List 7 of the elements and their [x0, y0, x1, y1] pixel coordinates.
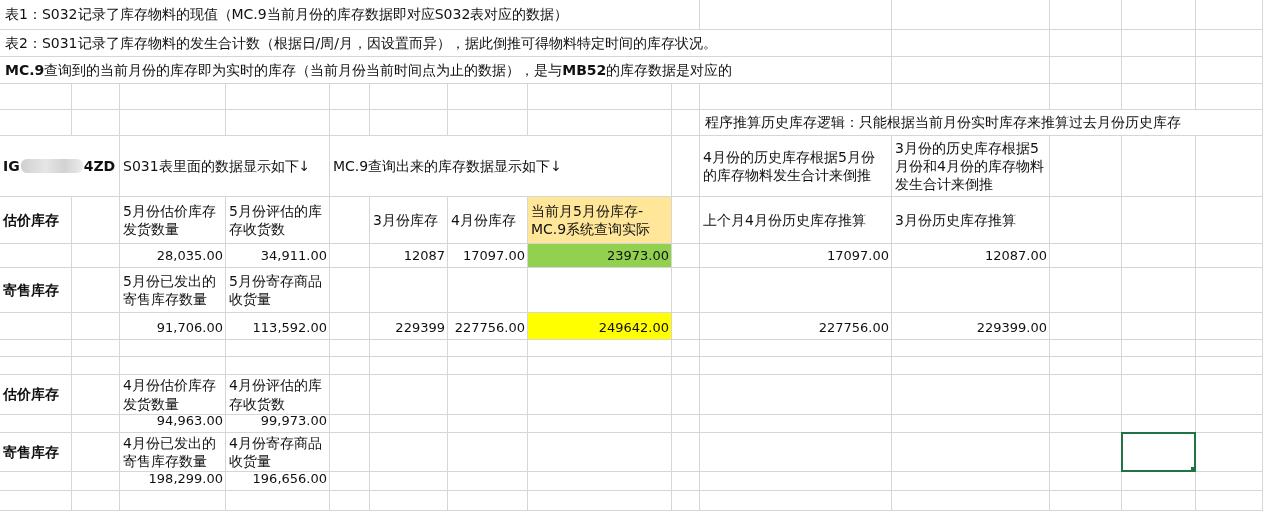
material-id-text: IG: [3, 156, 20, 176]
highlighted-cell: 当前月5月份库存-MC.9系统查询实际: [528, 197, 672, 244]
redaction-blur: [20, 159, 83, 173]
selected-cell[interactable]: [1121, 432, 1196, 472]
highlighted-cell: 23973.00: [528, 244, 672, 268]
highlighted-cell: 249642.00: [528, 313, 672, 340]
material-id-text: 4ZD: [83, 156, 116, 176]
